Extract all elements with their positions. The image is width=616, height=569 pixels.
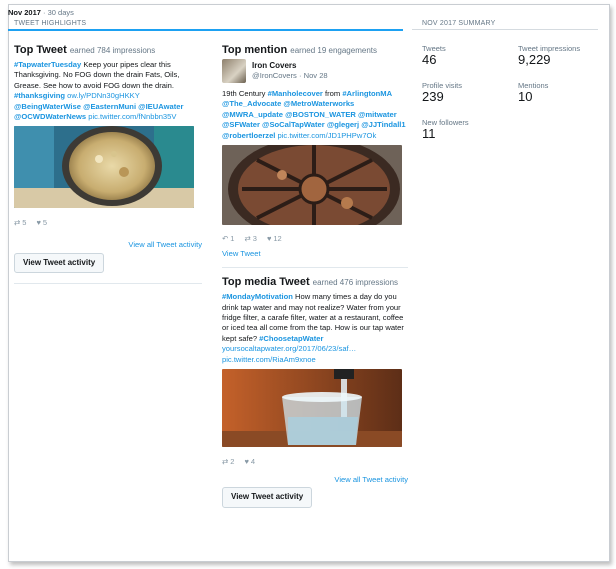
top-media-metric: earned 476 impressions [312, 278, 399, 288]
retweet-icon: ⇄ [14, 217, 21, 227]
like-count[interactable]: ♥ 4 [244, 457, 255, 467]
tweet-text-part[interactable]: ow.ly/PDNn30gHKKY [65, 91, 139, 100]
tap-water-glass-photo[interactable] [222, 369, 402, 448]
like-value: 12 [273, 234, 282, 244]
summary-underline [412, 29, 598, 30]
manhole-cover-photo[interactable] [222, 137, 402, 242]
top-mention-heading: Top mention earned 19 engagements [222, 44, 408, 57]
reply-icon: ↶ [222, 234, 229, 244]
heart-icon: ♥ [266, 234, 272, 244]
top-tweet-heading: Top Tweet earned 784 impressions [14, 44, 202, 57]
like-count[interactable]: ♥ 5 [36, 218, 47, 228]
tweet-text-part[interactable]: #Manholecover [268, 89, 323, 98]
tweet-text-part[interactable]: #ChoosetapWater [259, 334, 323, 343]
view-all-tweet-activity-link[interactable]: View all Tweet activity [334, 475, 408, 484]
view-tweet-link[interactable]: View Tweet [222, 249, 261, 258]
like-value: 4 [250, 456, 256, 466]
tweet-text-part[interactable]: pic.twitter.com/JD1PHPw7Ok [275, 131, 377, 140]
summary-item-new-followers: New followers 11 [422, 118, 518, 141]
mention-author[interactable]: Iron Covers @IronCovers · Nov 28 [222, 59, 408, 83]
retweet-value: 5 [22, 217, 27, 227]
top-tweet-stats: ⇄ 5 ♥ 5 [14, 218, 202, 228]
author-name[interactable]: Iron Covers [252, 61, 328, 71]
pipe-fog-photo[interactable] [14, 126, 194, 209]
period-header: Nov 2017 · 30 days [8, 8, 74, 17]
stat-label: New followers [422, 118, 469, 127]
author-handle[interactable]: @IronCovers · Nov 28 [252, 71, 328, 81]
top-tweet-card: Top Tweet earned 784 impressions #Tapwat… [14, 44, 202, 292]
summary-title: NOV 2017 SUMMARY [422, 20, 496, 27]
top-media-stats: ⇄ 2 ♥ 4 [222, 457, 408, 467]
summary-item-tweets: Tweets 46 [422, 44, 518, 67]
top-tweet-title: Top Tweet [14, 44, 67, 56]
reply-value: 1 [230, 234, 235, 244]
period-days: 30 days [47, 8, 74, 17]
tweet-text-part[interactable]: pic.twitter.com/fNnbbn35V [86, 112, 176, 121]
tweet-text-part: from [322, 89, 343, 98]
top-mention-text: 19th Century #Manholecover from #Arlingt… [222, 89, 408, 141]
highlights-underline [8, 29, 403, 31]
stat-value: 11 [422, 126, 436, 141]
retweet-count[interactable]: ⇄ 5 [14, 218, 26, 228]
like-count[interactable]: ♥ 12 [267, 234, 282, 244]
retweet-count[interactable]: ⇄ 3 [244, 234, 256, 244]
divider [222, 267, 408, 269]
stat-label: Tweets [422, 44, 446, 53]
summary-item-impressions: Tweet impressions 9,229 [518, 44, 602, 67]
heart-icon: ♥ [244, 456, 249, 466]
retweet-count[interactable]: ⇄ 2 [222, 457, 234, 467]
divider [14, 283, 202, 285]
tweet-text-part[interactable]: #MondayMotivation [222, 292, 293, 301]
tweet-text-part[interactable]: #TapwaterTuesday [14, 60, 81, 69]
tweet-highlights-title: TWEET HIGHLIGHTS [14, 20, 87, 27]
stat-value: 239 [422, 89, 444, 104]
tweet-text-part: 19th Century [222, 89, 268, 98]
summary-panel: Tweets 46 Tweet impressions 9,229 Profil… [422, 44, 602, 141]
tweet-text-part[interactable]: yoursocaltapwater.org/2017/06/23/saf… pi… [222, 344, 356, 363]
top-media-card: Top media Tweet earned 476 impressions #… [222, 276, 408, 508]
top-mention-metric: earned 19 engagements [290, 46, 377, 55]
period-separator: · [43, 8, 46, 17]
stat-value: 46 [422, 52, 437, 67]
heart-icon: ♥ [36, 217, 41, 227]
top-mention-stats: ↶ 1 ⇄ 3 ♥ 12 [222, 234, 408, 244]
tweet-text-part[interactable]: #thanksgiving [14, 91, 65, 100]
retweet-icon: ⇄ [244, 234, 251, 244]
top-tweet-metric: earned 784 impressions [69, 46, 156, 55]
top-media-text: #MondayMotivation How many times a day d… [222, 292, 408, 365]
top-mention-title: Top mention [222, 44, 288, 56]
retweet-value: 3 [252, 234, 257, 244]
reply-count[interactable]: ↶ 1 [222, 234, 234, 244]
top-mention-card: Top mention earned 19 engagements Iron C… [222, 44, 408, 508]
retweet-icon: ⇄ [222, 456, 229, 466]
summary-grid: Tweets 46 Tweet impressions 9,229 Profil… [422, 44, 602, 141]
top-tweet-text: #TapwaterTuesday Keep your pipes clear t… [14, 60, 202, 122]
stat-value: 10 [518, 89, 533, 104]
top-media-heading: Top media Tweet earned 476 impressions [222, 276, 408, 289]
summary-item-mentions: Mentions 10 [518, 81, 602, 104]
retweet-value: 2 [230, 456, 235, 466]
top-media-title: Top media Tweet [222, 276, 310, 289]
view-tweet-activity-button[interactable]: View Tweet activity [14, 252, 105, 274]
view-all-tweet-activity-link[interactable]: View all Tweet activity [128, 240, 202, 249]
summary-item-profile-visits: Profile visits 239 [422, 81, 518, 104]
view-tweet-activity-button[interactable]: View Tweet activity [222, 487, 313, 508]
like-value: 5 [42, 217, 48, 227]
avatar[interactable] [222, 59, 246, 83]
stat-value: 9,229 [518, 52, 551, 67]
period-month: Nov 2017 [8, 8, 41, 17]
